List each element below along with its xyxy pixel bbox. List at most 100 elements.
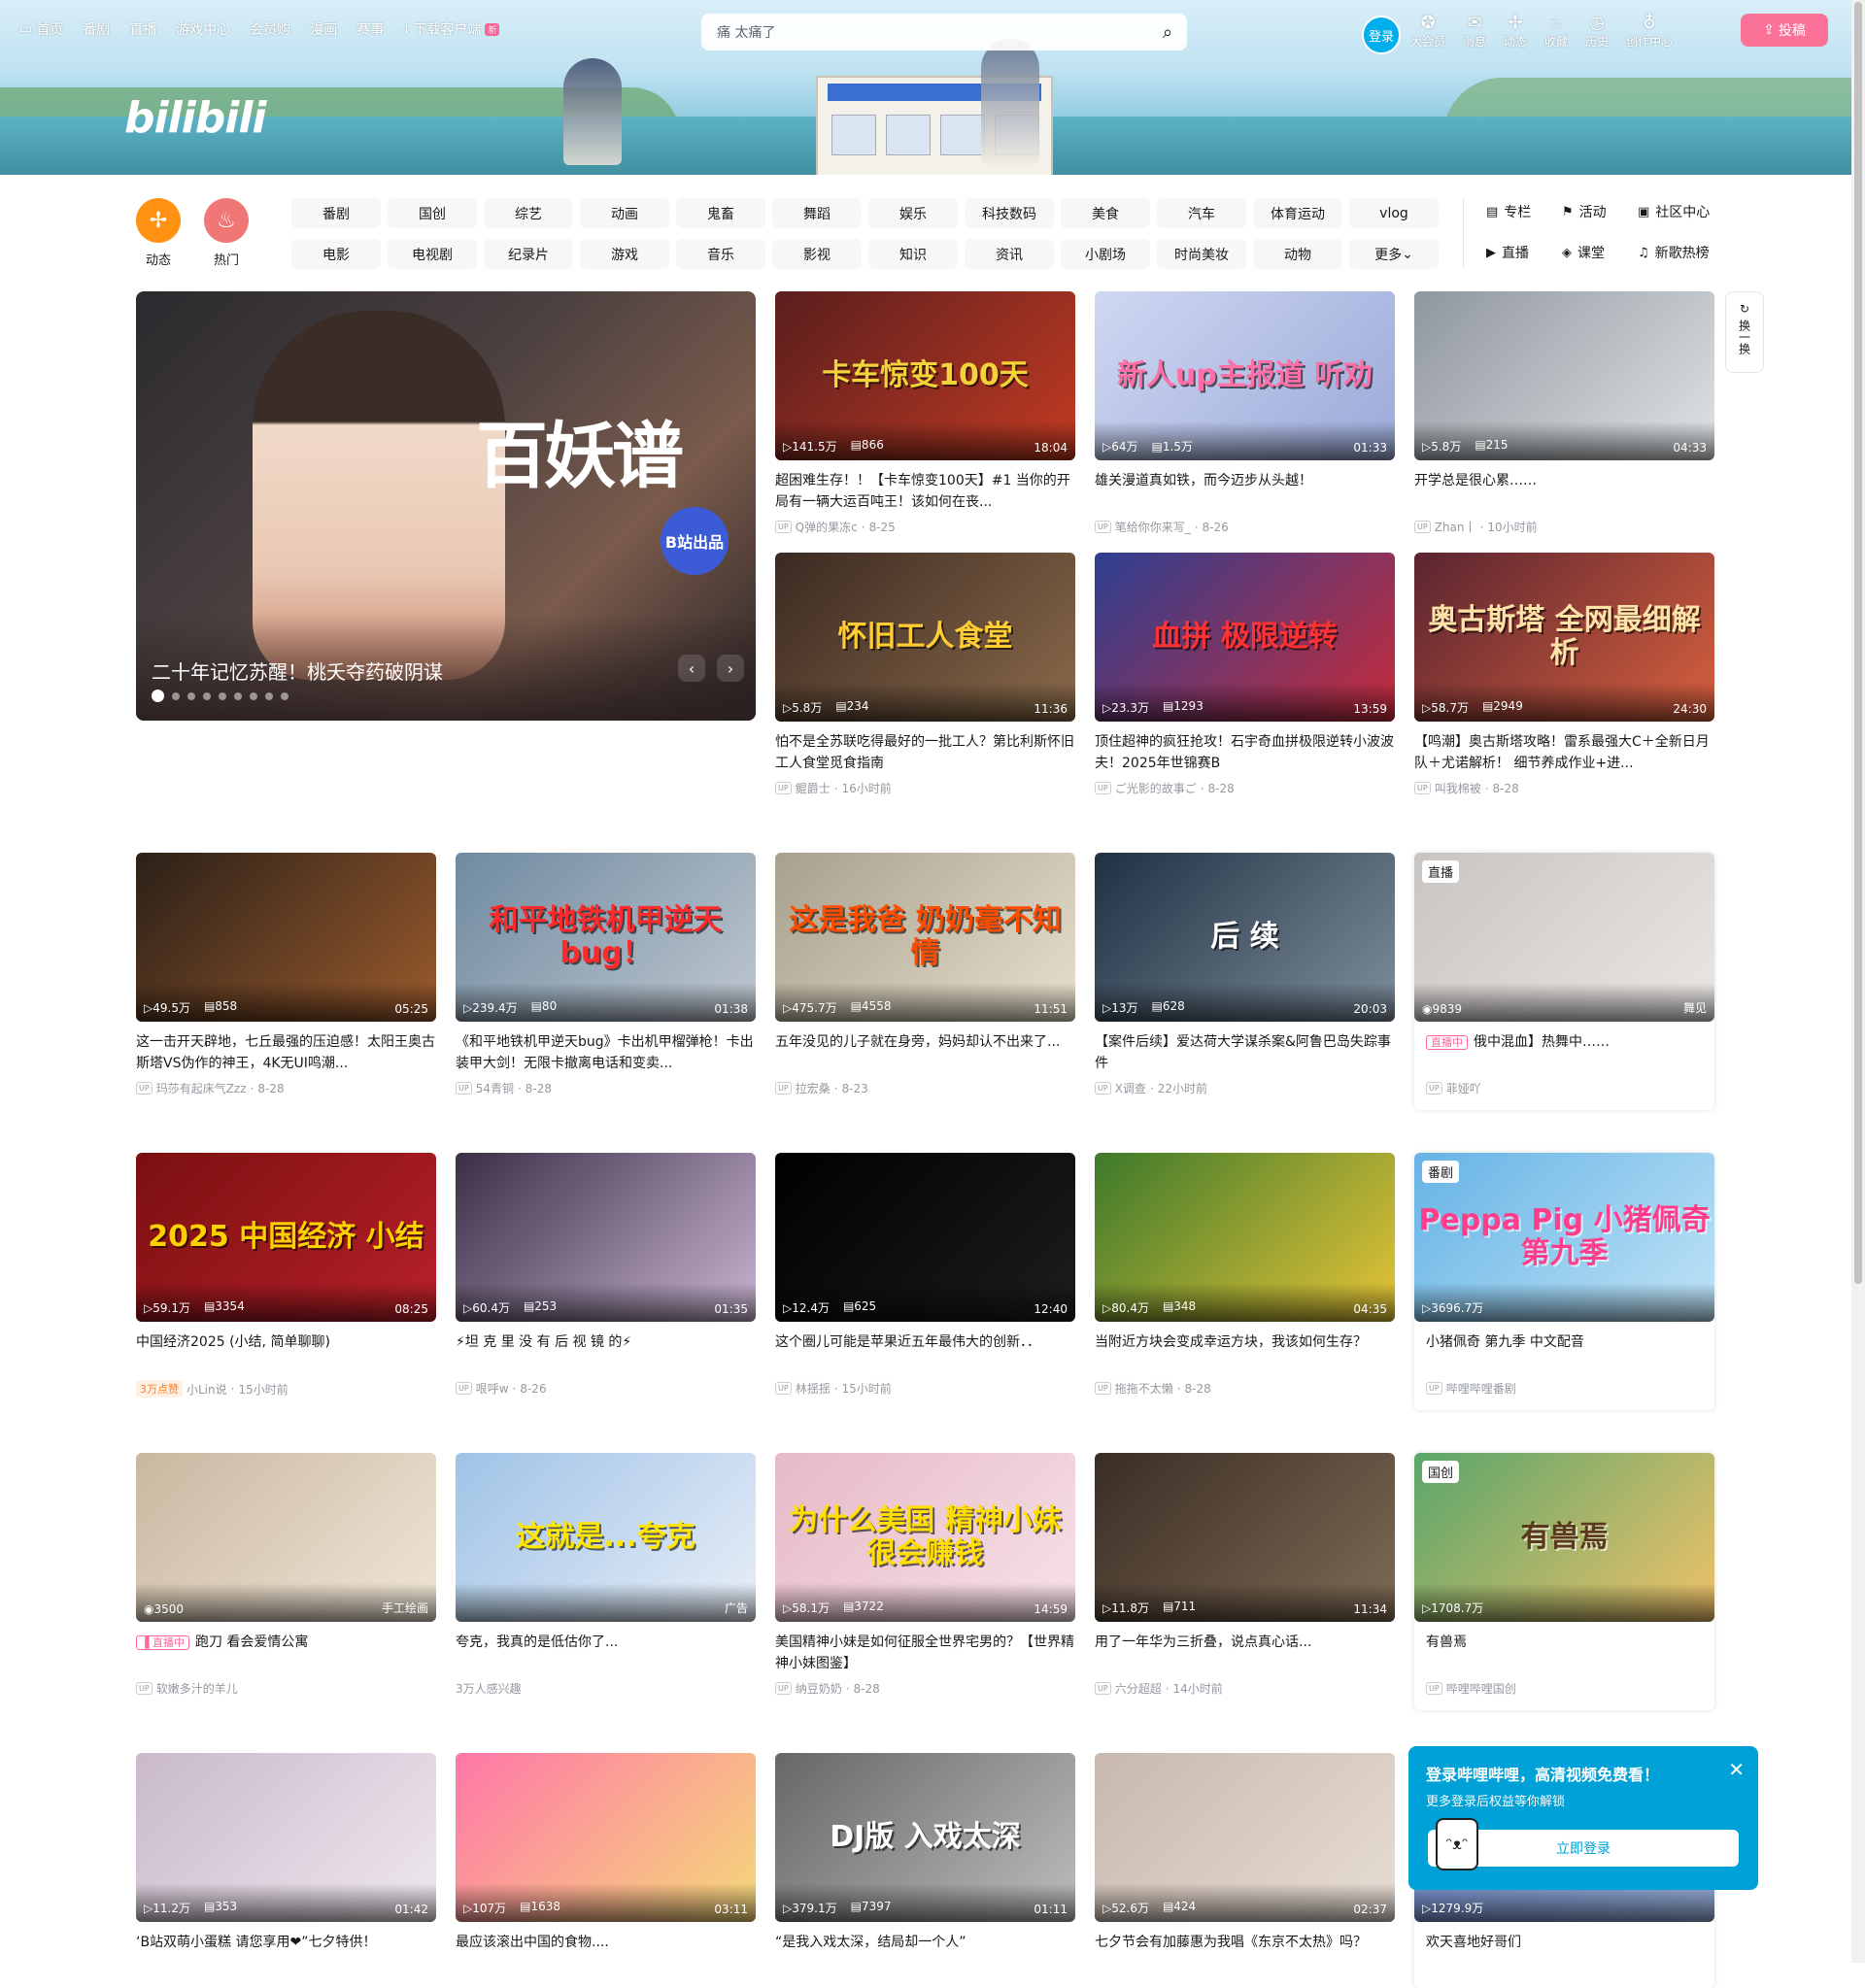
carousel-prev-button[interactable]: ‹ [678,655,705,682]
bilibili-logo[interactable]: bilibili [124,93,266,143]
nav-manga[interactable]: 漫画 [310,19,337,39]
video-card[interactable]: ▷11.2万 ▤353 01:42 ‘B站双萌小蛋糕 请您享用❤”七夕特供！ [136,1753,436,1974]
video-title[interactable]: 小猪佩奇 第九季 中文配音 [1414,1331,1714,1374]
login-avatar-button[interactable]: 登录 [1362,16,1401,54]
video-card[interactable]: 新人up主报道 听劝 ▷64万 ▤1.5万 01:33 雄关漫道真如铁，而今迈步从头越！… [1095,291,1395,535]
video-thumbnail[interactable]: 后 续 ▷13万 ▤628 20:03 [1095,853,1395,1022]
featured-card[interactable]: 有兽焉 国创 ▷1708.7万 有兽焉 UP 哔哩哔哩国创 [1414,1453,1714,1710]
tag-item[interactable]: 国创 [388,198,477,228]
video-title[interactable]: 【鸣潮】奥古斯塔攻略！雷系最强大C＋全新日月队＋尤诺解析！ 细节养成作业+进..… [1414,731,1714,774]
tag-item[interactable]: 电视剧 [388,239,477,269]
featured-thumbnail[interactable]: 直播 ◉9839 舞见 [1414,853,1714,1022]
featured-thumbnail[interactable]: Peppa Pig 小猪佩奇 第九季 番剧 ▷3696.7万 [1414,1153,1714,1322]
featured-thumbnail[interactable]: 有兽焉 国创 ▷1708.7万 [1414,1453,1714,1622]
video-title[interactable]: 美国精神小妹是如何征服全世界宅男的？【世界精神小妹图鉴】 [775,1632,1075,1674]
uploader-name[interactable]: 鲲爵士 [796,780,831,796]
page-scrollbar[interactable] [1851,0,1865,1963]
video-thumbnail[interactable]: 血拼 极限逆转 ▷23.3万 ▤1293 13:59 [1095,553,1395,722]
video-title[interactable]: 最应该滚出中国的食物.... [456,1932,756,1974]
video-thumbnail[interactable]: ▷12.4万 ▤625 12:40 [775,1153,1075,1322]
search-bar[interactable]: 痛 太痛了 ⌕ [701,14,1187,51]
uploader-name[interactable]: 菲娅吖 [1446,1080,1481,1096]
video-thumbnail[interactable]: 新人up主报道 听劝 ▷64万 ▤1.5万 01:33 [1095,291,1395,460]
title-text[interactable]: 欢天喜地好哥们 [1426,1935,1521,1950]
video-card[interactable]: ▷80.4万 ▤348 04:35 当附近方块会变成幸运方块，我该如何生存？ UP 拖拖不… [1095,1153,1395,1397]
search-icon[interactable]: ⌕ [1148,16,1187,49]
carousel-dot[interactable] [152,690,164,702]
scrollbar-thumb[interactable] [1854,2,1862,1284]
video-thumbnail[interactable]: ▷11.8万 ▤711 11:34 [1095,1453,1395,1622]
tag-item[interactable]: 知识 [868,239,958,269]
video-title[interactable]: 有兽焉 [1414,1632,1714,1674]
tag-item[interactable]: 影视 [772,239,862,269]
video-thumbnail[interactable]: 2025 中国经济 小结 ▷59.1万 ▤3354 08:25 [136,1153,436,1322]
tag-item[interactable]: 美食 [1061,198,1150,228]
uploader-name[interactable]: 笔给你你来写_ [1115,519,1191,535]
video-card[interactable]: ▷12.4万 ▤625 12:40 这个圈儿可能是苹果近五年最伟大的创新．． UP 林揺揺… [775,1153,1075,1397]
featured-card[interactable]: 直播 ◉9839 舞见 直播中 俄中混血】热舞中…… UP 菲娅吖 [1414,853,1714,1110]
uploader-name[interactable]: 哔哩哔哩国创 [1446,1680,1516,1697]
dynamic-channel-label[interactable]: 动态 [129,250,187,268]
nav-live[interactable]: 直播 [129,19,156,39]
nav-esports[interactable]: 赛事 [356,19,384,39]
video-card[interactable]: ◉3500 手工绘画 ▐ 直播中 跑刀 看会爱情公寓 UP 软嫩多汁的羊儿 [136,1453,436,1697]
video-title[interactable]: ▐ 直播中 跑刀 看会爱情公寓 [136,1632,436,1674]
video-title[interactable]: 七夕节会有加藤惠为我唱《东京不太热》吗？ [1095,1932,1395,1974]
video-card[interactable]: 怀旧工人食堂 ▷5.8万 ▤234 11:36 怕不是全苏联吃得最好的一批工人？第比利斯… [775,553,1075,796]
carousel-dot[interactable] [281,691,288,700]
video-card[interactable]: DJ版 入戏太深 ▷379.1万 ▤7397 01:11 “是我入戏太深，结局却一个人” [775,1753,1075,1974]
vip-button[interactable]: ✪ 大会员 [1410,14,1445,50]
uploader-name[interactable]: Zhan丨 [1435,519,1476,535]
video-card[interactable]: 后 续 ▷13万 ▤628 20:03 【案件后续】爱达荷大学谋杀案&阿鲁巴岛失踪事件 U… [1095,853,1395,1096]
video-title[interactable]: 当附近方块会变成幸运方块，我该如何生存？ [1095,1331,1395,1374]
video-thumbnail[interactable]: 这就是...夸克 广告 [456,1453,756,1622]
hero-carousel[interactable]: 百妖谱 B站出品 二十年记忆苏醒！桃夭夺药破阴谋 ‹ › [136,291,756,721]
video-title[interactable]: 开学总是很心累…… [1414,470,1714,513]
search-input[interactable]: 痛 太痛了 [701,22,1148,42]
video-thumbnail[interactable]: ▷49.5万 ▤858 05:25 [136,853,436,1022]
nav-mall[interactable]: 会员购 [250,19,290,39]
tag-item[interactable]: 电影 [291,239,381,269]
carousel-next-button[interactable]: › [717,655,744,682]
video-title[interactable]: 用了一年华为三折叠，说点真心话... [1095,1632,1395,1674]
tag-item[interactable]: 小剧场 [1061,239,1150,269]
video-thumbnail[interactable]: ▷11.2万 ▤353 01:42 [136,1753,436,1922]
dynamics-button[interactable]: ✢ 动态 [1504,14,1527,50]
live-title[interactable]: 跑刀 看会爱情公寓 [195,1634,308,1650]
video-card[interactable]: ▷49.5万 ▤858 05:25 这一击开天辟地，七丘最强的压迫感！太阳王奥古斯塔V… [136,853,436,1096]
tag-item[interactable]: 游戏 [580,239,669,269]
tag-item[interactable]: 时尚美妆 [1157,239,1246,269]
tag-item[interactable]: 汽车 [1157,198,1246,228]
video-title[interactable]: 【案件后续】爱达荷大学谋杀案&阿鲁巴岛失踪事件 [1095,1031,1395,1074]
video-title[interactable]: 欢天喜地好哥们 [1414,1932,1714,1974]
uploader-name[interactable]: 哏呼w [476,1380,509,1397]
video-title[interactable]: ‘B站双萌小蛋糕 请您享用❤”七夕特供！ [136,1932,436,1974]
nav-home[interactable]: ▭ 首页 [19,19,63,39]
hot-channel-icon[interactable]: ♨ [204,198,249,243]
uploader-name[interactable]: 六分超超 [1115,1680,1162,1697]
uploader-name[interactable]: X调查 [1115,1080,1146,1096]
uploader-name[interactable]: 小Lin说 [186,1381,227,1398]
tag-item[interactable]: 科技数码 [965,198,1054,228]
uploader-name[interactable]: Q弹的果冻c [796,519,858,535]
link-community[interactable]: ▣ 社区中心 [1638,202,1735,221]
tag-item[interactable]: 资讯 [965,239,1054,269]
video-card[interactable]: 2025 中国经济 小结 ▷59.1万 ▤3354 08:25 中国经济2025 (小结… [136,1153,436,1398]
tag-item[interactable]: 动物 [1253,239,1342,269]
uploader-name[interactable]: 玛莎有起床气Zzz [156,1080,247,1096]
video-thumbnail[interactable]: 怀旧工人食堂 ▷5.8万 ▤234 11:36 [775,553,1075,722]
video-title[interactable]: 顶住超神的疯狂抢攻！石宇奇血拼极限逆转小波波夫！2025年世锦赛B [1095,731,1395,774]
video-title[interactable]: 中国经济2025 (小结, 简单聊聊) [136,1331,436,1374]
video-card[interactable]: 为什么美国 精神小妹 很会赚钱 ▷58.1万 ▤3722 14:59 美国精神小妹是如何… [775,1453,1075,1697]
tag-item[interactable]: 动画 [580,198,669,228]
video-card[interactable]: 这是我爸 奶奶毫不知情 ▷475.7万 ▤4558 11:51 五年没见的儿子就在身旁，… [775,853,1075,1096]
tag-item[interactable]: 体育运动 [1253,198,1342,228]
video-card[interactable]: ▷107万 ▤1638 03:11 最应该滚出中国的食物.... [456,1753,756,1974]
link-column[interactable]: ▤ 专栏 [1486,202,1562,221]
video-title[interactable]: ⚡坦 克 里 没 有 后 视 镜 的⚡ [456,1331,756,1374]
uploader-name[interactable]: 拉宏桑 [796,1080,831,1096]
featured-card[interactable]: Peppa Pig 小猪佩奇 第九季 番剧 ▷3696.7万小猪佩奇 第九季 中文配… [1414,1153,1714,1410]
video-thumbnail[interactable]: ◉3500 手工绘画 [136,1453,436,1622]
video-title[interactable]: 超困难生存！！【卡车惊变100天】#1 当你的开局有一辆大运百吨王！该如何在丧.… [775,470,1075,513]
messages-button[interactable]: ✉ 消息 [1463,14,1486,50]
